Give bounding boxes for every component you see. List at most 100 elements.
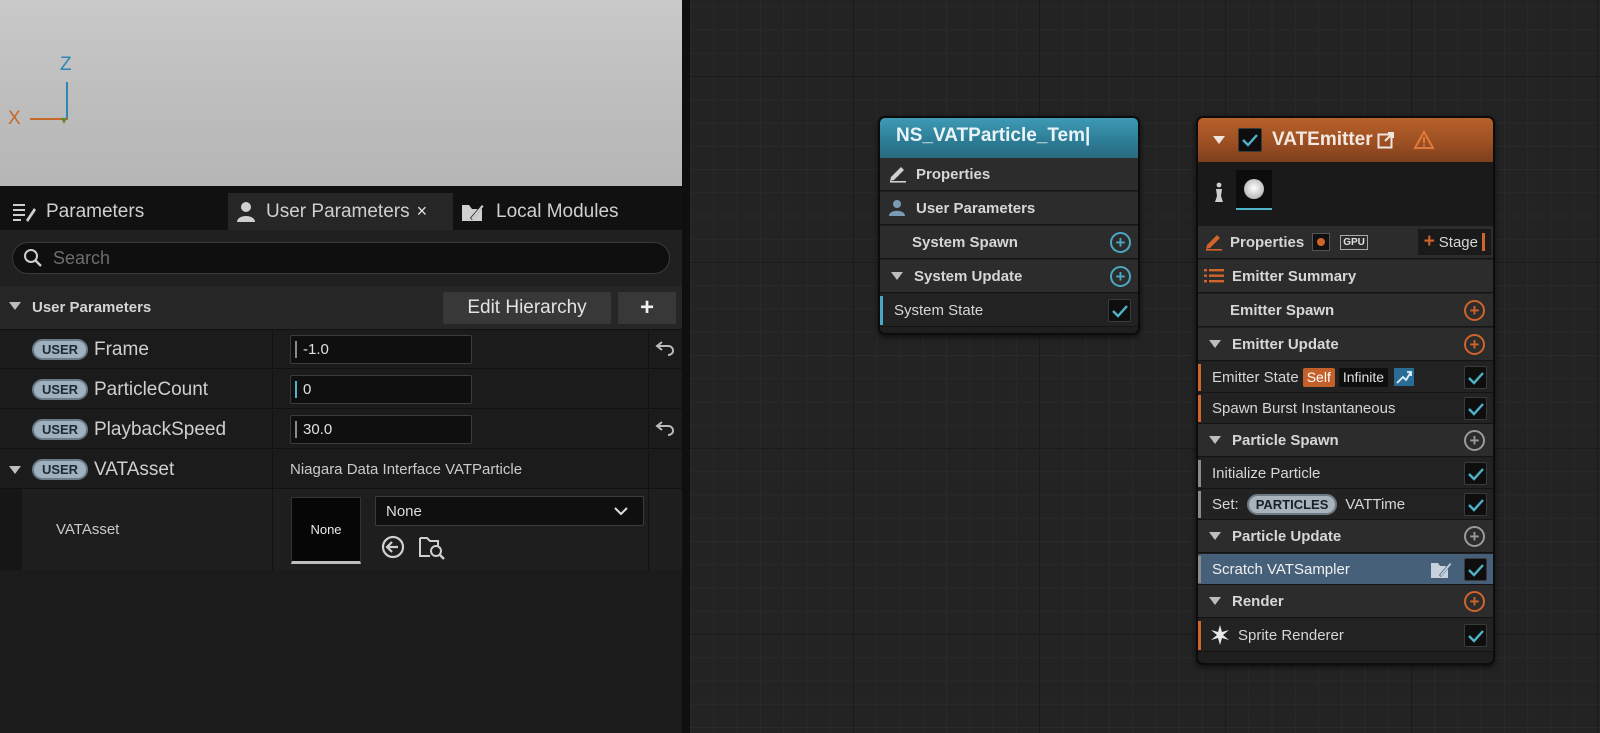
close-tab-icon[interactable]: × bbox=[417, 201, 428, 222]
particle-spawn-row[interactable]: Particle Spawn + bbox=[1198, 424, 1493, 457]
collapse-arrow-icon[interactable] bbox=[8, 464, 22, 476]
add-stage-button[interactable]: + Stage bbox=[1417, 229, 1491, 255]
spawn-burst-checkbox[interactable] bbox=[1464, 397, 1487, 420]
initialize-particle-checkbox[interactable] bbox=[1464, 462, 1487, 485]
reset-to-default-icon[interactable] bbox=[655, 419, 675, 437]
particles-namespace-pill: PARTICLES bbox=[1246, 493, 1338, 515]
module-accent bbox=[880, 296, 883, 325]
spawn-burst-module[interactable]: Spawn Burst Instantaneous bbox=[1198, 393, 1493, 424]
sprite-facing-icon bbox=[1215, 182, 1223, 202]
tab-user-parameters[interactable]: User Parameters × bbox=[228, 193, 453, 230]
axis-x-label: X bbox=[8, 108, 21, 129]
system-properties-label: Properties bbox=[916, 165, 991, 183]
frame-value-input[interactable]: -1.0 bbox=[290, 335, 472, 364]
emitter-node-title-bar[interactable]: VATEmitter bbox=[1198, 118, 1493, 162]
playbackspeed-value-input[interactable]: 30.0 bbox=[290, 415, 472, 444]
emitter-spawn-row[interactable]: Emitter Spawn + bbox=[1198, 294, 1493, 327]
emitter-properties-label: Properties bbox=[1230, 233, 1305, 251]
emitter-summary-label: Emitter Summary bbox=[1232, 267, 1357, 285]
initialize-particle-module[interactable]: Initialize Particle bbox=[1198, 458, 1493, 489]
tab-local-modules[interactable]: Local Modules bbox=[452, 193, 627, 230]
browse-asset-icon[interactable] bbox=[418, 534, 446, 560]
reset-to-default-icon[interactable] bbox=[655, 339, 675, 357]
system-state-module[interactable]: System State bbox=[880, 294, 1138, 327]
panel-splitter[interactable] bbox=[682, 0, 690, 733]
emitter-update-row[interactable]: Emitter Update + bbox=[1198, 328, 1493, 361]
emitter-update-label: Emitter Update bbox=[1232, 335, 1339, 353]
tab-parameters[interactable]: Parameters bbox=[4, 193, 152, 230]
add-module-icon[interactable]: + bbox=[1464, 300, 1485, 321]
search-box[interactable] bbox=[12, 242, 670, 274]
add-module-icon[interactable]: + bbox=[1110, 266, 1131, 287]
particle-preview-icon bbox=[1244, 179, 1264, 199]
local-space-icon[interactable] bbox=[1312, 233, 1331, 251]
collapse-arrow-icon[interactable] bbox=[1208, 434, 1222, 446]
sprite-renderer-checkbox[interactable] bbox=[1464, 624, 1487, 647]
system-node[interactable]: NS_VATParticle_Tem| Properties User Para… bbox=[878, 116, 1140, 335]
edit-hierarchy-button[interactable]: Edit Hierarchy bbox=[443, 292, 611, 324]
preview-viewport[interactable]: Z X ▾ bbox=[0, 0, 682, 186]
open-external-icon[interactable] bbox=[1377, 131, 1395, 149]
system-state-checkbox[interactable] bbox=[1108, 299, 1131, 322]
param-row-playbackspeed: USER PlaybackSpeed 30.0 bbox=[0, 410, 682, 449]
render-label: Render bbox=[1232, 592, 1284, 610]
add-renderer-icon[interactable]: + bbox=[1464, 591, 1485, 612]
spawn-burst-label: Spawn Burst Instantaneous bbox=[1212, 399, 1396, 417]
emitter-enable-checkbox[interactable] bbox=[1238, 128, 1262, 152]
scratch-vatsampler-checkbox[interactable] bbox=[1464, 558, 1487, 581]
add-module-icon[interactable]: + bbox=[1464, 526, 1485, 547]
collapse-arrow-icon[interactable] bbox=[8, 300, 22, 312]
use-selected-asset-icon[interactable] bbox=[380, 534, 406, 560]
tab-parameters-label: Parameters bbox=[46, 200, 145, 222]
system-update-label: System Update bbox=[914, 267, 1023, 285]
emitter-summary-row[interactable]: Emitter Summary bbox=[1198, 260, 1493, 293]
local-modules-icon bbox=[462, 203, 484, 221]
user-parameters-title: User Parameters bbox=[32, 299, 152, 316]
sprite-renderer-module[interactable]: Sprite Renderer bbox=[1198, 619, 1493, 652]
module-accent bbox=[1198, 556, 1201, 583]
system-state-label: System State bbox=[894, 301, 984, 319]
add-module-icon[interactable]: + bbox=[1464, 334, 1485, 355]
collapse-arrow-icon[interactable] bbox=[890, 270, 904, 282]
particlecount-value-input[interactable]: 0 bbox=[290, 375, 472, 404]
tag-infinite: Infinite bbox=[1338, 367, 1389, 387]
set-vattime-checkbox[interactable] bbox=[1464, 493, 1487, 516]
emitter-thumbnail[interactable] bbox=[1236, 170, 1272, 210]
user-badge: USER bbox=[32, 339, 88, 360]
warning-icon[interactable] bbox=[1412, 130, 1435, 150]
collapse-arrow-icon[interactable] bbox=[1208, 595, 1222, 607]
collapse-arrow-icon[interactable] bbox=[1208, 530, 1222, 542]
collapse-arrow-icon[interactable] bbox=[1208, 338, 1222, 350]
param-value: 30.0 bbox=[303, 421, 333, 438]
emitter-state-module[interactable]: Emitter State Self Infinite bbox=[1198, 362, 1493, 393]
set-vattime-module[interactable]: Set: PARTICLES VATTime bbox=[1198, 489, 1493, 520]
emitter-node[interactable]: VATEmitter Properties GPU + Stage Emitte… bbox=[1196, 116, 1495, 665]
gpu-icon[interactable]: GPU bbox=[1340, 234, 1368, 250]
search-input[interactable] bbox=[53, 247, 653, 269]
system-spawn-row[interactable]: System Spawn + bbox=[880, 226, 1138, 259]
emitter-state-checkbox[interactable] bbox=[1464, 366, 1487, 389]
system-user-parameters-row[interactable]: User Parameters bbox=[880, 192, 1138, 225]
collapse-arrow-icon[interactable] bbox=[1212, 134, 1226, 146]
emitter-properties-row[interactable]: Properties GPU + Stage bbox=[1198, 226, 1493, 259]
user-badge: USER bbox=[32, 379, 88, 400]
system-properties-row[interactable]: Properties bbox=[880, 158, 1138, 191]
column-divider bbox=[272, 450, 273, 488]
column-divider bbox=[648, 450, 649, 488]
add-module-icon[interactable]: + bbox=[1464, 430, 1485, 451]
scratch-vatsampler-module[interactable]: Scratch VATSampler bbox=[1198, 554, 1493, 585]
add-parameter-button[interactable]: + bbox=[618, 292, 676, 324]
particle-update-row[interactable]: Particle Update + bbox=[1198, 520, 1493, 553]
column-divider bbox=[648, 330, 649, 368]
asset-thumbnail[interactable]: None bbox=[291, 497, 361, 564]
render-row[interactable]: Render + bbox=[1198, 585, 1493, 618]
system-update-row[interactable]: System Update + bbox=[880, 260, 1138, 293]
user-parameters-header[interactable]: User Parameters Edit Hierarchy + bbox=[0, 286, 682, 330]
module-accent bbox=[1198, 491, 1201, 518]
scratch-pad-icon[interactable] bbox=[1430, 560, 1452, 580]
column-divider bbox=[272, 330, 273, 368]
asset-picker-combo[interactable]: None bbox=[375, 496, 644, 526]
system-node-title[interactable]: NS_VATParticle_Tem| bbox=[880, 118, 1138, 158]
add-module-icon[interactable]: + bbox=[1110, 232, 1131, 253]
column-divider bbox=[648, 410, 649, 448]
